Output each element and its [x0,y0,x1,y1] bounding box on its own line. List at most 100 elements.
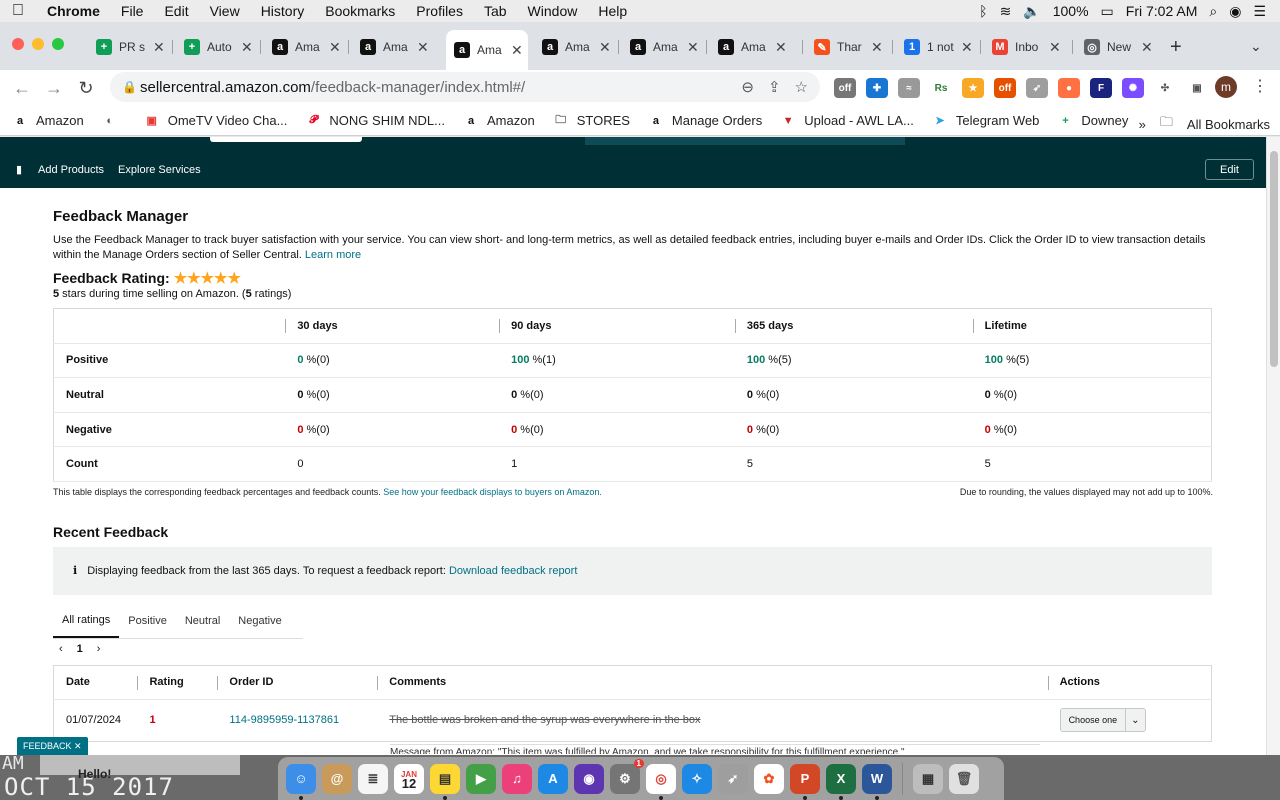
facetime-icon[interactable]: ▶ [466,763,496,794]
bookmark-item[interactable]: 𝓟 NONG SHIM NDL... [305,113,445,129]
notes-icon[interactable]: ▤ [430,763,460,800]
browser-tab[interactable]: M Inbo ✕ [984,34,1061,60]
prev-page-chevron-icon[interactable]: ‹ [59,643,63,655]
scrollbar-thumb[interactable] [1270,151,1278,367]
extension-gray-icon[interactable]: ≈ [898,78,920,98]
extension-rs-icon[interactable]: Rs [930,78,952,98]
reminders-icon[interactable]: ≣ [358,763,388,794]
all-bookmarks-folder-icon[interactable]: 🗀 [1160,113,1173,135]
menu-tab[interactable]: Tab [473,3,517,19]
siri-icon[interactable]: ◉ [1229,3,1241,20]
bookmark-star-icon[interactable]: ☆ [795,78,808,96]
bookmark-item[interactable]: 🗀 STORES [553,113,630,129]
close-tab-icon[interactable]: ✕ [961,39,973,56]
trash-icon[interactable]: 🗑 [949,763,979,794]
all-bookmarks[interactable]: All Bookmarks [1187,117,1270,132]
profile-avatar[interactable]: m [1215,76,1237,98]
bookmark-item[interactable]: a Amazon [12,113,84,129]
bookmark-flag-icon[interactable]: ▮ [0,163,38,176]
feedback-widget-tab[interactable]: FEEDBACK ✕ [17,737,88,755]
close-tab-icon[interactable]: ✕ [511,42,523,59]
browser-tab[interactable]: a Ama ✕ [352,34,429,60]
contacts-icon[interactable]: @ [322,763,352,794]
browser-tab[interactable]: a Ama ✕ [710,34,787,60]
tab-positive[interactable]: Positive [119,604,176,638]
zoom-window-button[interactable] [52,38,64,50]
close-tab-icon[interactable]: ✕ [329,39,341,56]
bookmark-item[interactable]: + Downey [1057,113,1128,129]
next-page-chevron-icon[interactable]: › [97,643,101,655]
menu-view[interactable]: View [199,3,250,19]
menu-bookmarks[interactable]: Bookmarks [314,3,405,19]
browser-tab[interactable]: ✎ Thar ✕ [806,34,883,60]
close-tab-icon[interactable]: ✕ [1049,39,1061,56]
extension-star-icon[interactable]: ★ [962,78,984,98]
forward-button[interactable]: → [38,78,70,99]
new-tab-button[interactable]: + [1170,36,1182,59]
safari-icon[interactable]: ✧ [682,763,712,794]
close-tab-icon[interactable]: ✕ [775,39,787,56]
zoom-icon[interactable]: ⊖ [741,78,754,96]
bookmark-item[interactable]: ▣ OmeTV Video Cha... [144,113,288,129]
chrome-menu-icon[interactable]: ⋮ [1252,76,1268,96]
music-icon[interactable]: ♫ [502,763,532,794]
close-tab-icon[interactable]: ✕ [599,39,611,56]
download-feedback-report-link[interactable]: Download feedback report [449,565,577,577]
system-preferences-icon[interactable]: ⚙ 1 [610,758,644,794]
menu-profiles[interactable]: Profiles [405,3,473,19]
control-center-icon[interactable]: ☰ [1253,3,1266,20]
bookmark-item[interactable]: ◐ [102,113,126,129]
tab-search-chevron-icon[interactable]: ⌄ [1250,38,1262,55]
documents-folder-icon[interactable]: ▦ [913,763,943,794]
see-feedback-display-link[interactable]: See how your feedback displays to buyers… [383,487,602,497]
close-window-button[interactable] [12,38,24,50]
volume-icon[interactable]: 🔈 [1023,3,1040,20]
close-tab-icon[interactable]: ✕ [241,39,253,56]
app-store-icon[interactable]: A [538,763,568,794]
current-page[interactable]: 1 [77,643,83,655]
extensions-puzzle-icon[interactable]: ✣ [1154,78,1176,98]
launchpad-icon[interactable]: ➶ [718,763,748,794]
address-bar[interactable]: 🔒 sellercentral.amazon.com/feedback-mana… [110,72,820,102]
learn-more-link[interactable]: Learn more [305,249,361,261]
siri-dock-icon[interactable]: ◉ [574,763,604,794]
clock[interactable]: Fri 7:02 AM [1126,3,1198,19]
close-tab-icon[interactable]: ✕ [153,39,165,56]
side-panel-icon[interactable]: ▣ [1186,78,1208,98]
close-tab-icon[interactable]: ✕ [1141,39,1153,56]
menu-app-chrome[interactable]: Chrome [36,3,110,19]
nav-add-products[interactable]: Add Products [38,164,104,176]
extension-off-icon[interactable]: off [834,78,856,98]
menu-file[interactable]: File [110,3,154,19]
nav-explore-services[interactable]: Explore Services [118,164,201,176]
tab-negative[interactable]: Negative [229,604,290,638]
edit-nav-button[interactable]: Edit [1205,159,1254,180]
menu-window[interactable]: Window [517,3,588,19]
bookmarks-overflow-chevron[interactable]: » [1139,117,1146,132]
browser-tab[interactable]: a Ama ✕ [622,34,699,60]
action-dropdown[interactable]: Choose one ⌄ [1059,708,1146,733]
tab-neutral[interactable]: Neutral [176,604,229,638]
extension-blue-icon[interactable]: ✚ [866,78,888,98]
menu-history[interactable]: History [250,3,315,19]
chrome-icon[interactable]: ◎ [646,763,676,800]
close-tab-icon[interactable]: ✕ [687,39,699,56]
extension-gear-icon[interactable]: ✺ [1122,78,1144,98]
photos-icon[interactable]: ✿ [754,763,784,794]
spotlight-search-icon[interactable]: ⌕ [1209,3,1217,20]
lock-icon[interactable]: 🔒 [122,80,140,94]
order-id-link[interactable]: 114-9895959-1137861 [229,714,339,726]
extension-orange-off-icon[interactable]: off [994,78,1016,98]
menu-help[interactable]: Help [587,3,637,19]
browser-tab[interactable]: + PR s ✕ [88,34,165,60]
browser-tab[interactable]: a Ama ✕ [264,34,341,60]
apple-icon[interactable]:  [0,2,36,20]
browser-tab[interactable]: + Auto ✕ [176,34,253,60]
wifi-icon[interactable]: ≋ [1000,3,1012,20]
bookmark-item[interactable]: a Amazon [463,113,535,129]
menu-edit[interactable]: Edit [153,3,198,19]
close-tab-icon[interactable]: ✕ [417,39,429,56]
browser-tab[interactable]: ◎ New ✕ [1076,34,1153,60]
battery-icon[interactable]: ▭ [1101,3,1114,20]
reload-button[interactable]: ↻ [70,78,102,99]
